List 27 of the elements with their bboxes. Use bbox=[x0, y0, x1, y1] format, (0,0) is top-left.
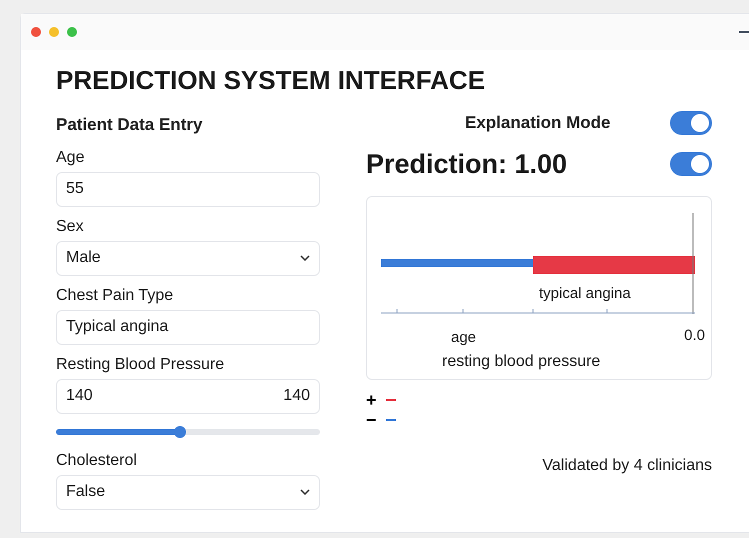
toggle-switch[interactable] bbox=[670, 110, 712, 135]
explanation-mode-label: Explanation Mode bbox=[465, 112, 610, 134]
field-label: Age bbox=[56, 148, 86, 168]
bar-label: typical angina bbox=[539, 284, 631, 304]
input-field[interactable]: Typical angina bbox=[56, 310, 320, 344]
legend-sign: − bbox=[366, 410, 378, 430]
slider-thumb[interactable] bbox=[174, 426, 186, 438]
axis-title: resting blood pressure bbox=[442, 352, 600, 372]
chevron-down-icon bbox=[300, 255, 310, 261]
axis-label: age bbox=[451, 328, 476, 348]
axis-tick: 0.0 bbox=[684, 326, 705, 346]
select-field[interactable]: False bbox=[56, 474, 320, 510]
input-field[interactable]: 55 bbox=[56, 172, 320, 206]
select-field[interactable]: Male bbox=[56, 240, 320, 276]
legend-sign: + bbox=[366, 390, 378, 410]
toggle-switch[interactable] bbox=[670, 152, 712, 176]
input-field[interactable]: 140 140 bbox=[56, 378, 320, 414]
prediction-value: Prediction: 1.00 bbox=[366, 148, 568, 180]
chevron-down-icon bbox=[300, 489, 310, 495]
slider-track[interactable] bbox=[56, 428, 320, 434]
section-heading: Patient Data Entry bbox=[56, 114, 204, 136]
field-label: Chest Pain Type bbox=[56, 286, 174, 306]
validation-note: Validated by 4 clinicians bbox=[542, 456, 712, 476]
field-label: Resting Blood Pressure bbox=[56, 354, 226, 374]
field-label: Sex bbox=[56, 216, 85, 236]
window-title: PREDICTION SYSTEM INTERFACE bbox=[56, 64, 486, 96]
field-label: Cholesterol bbox=[56, 450, 138, 470]
